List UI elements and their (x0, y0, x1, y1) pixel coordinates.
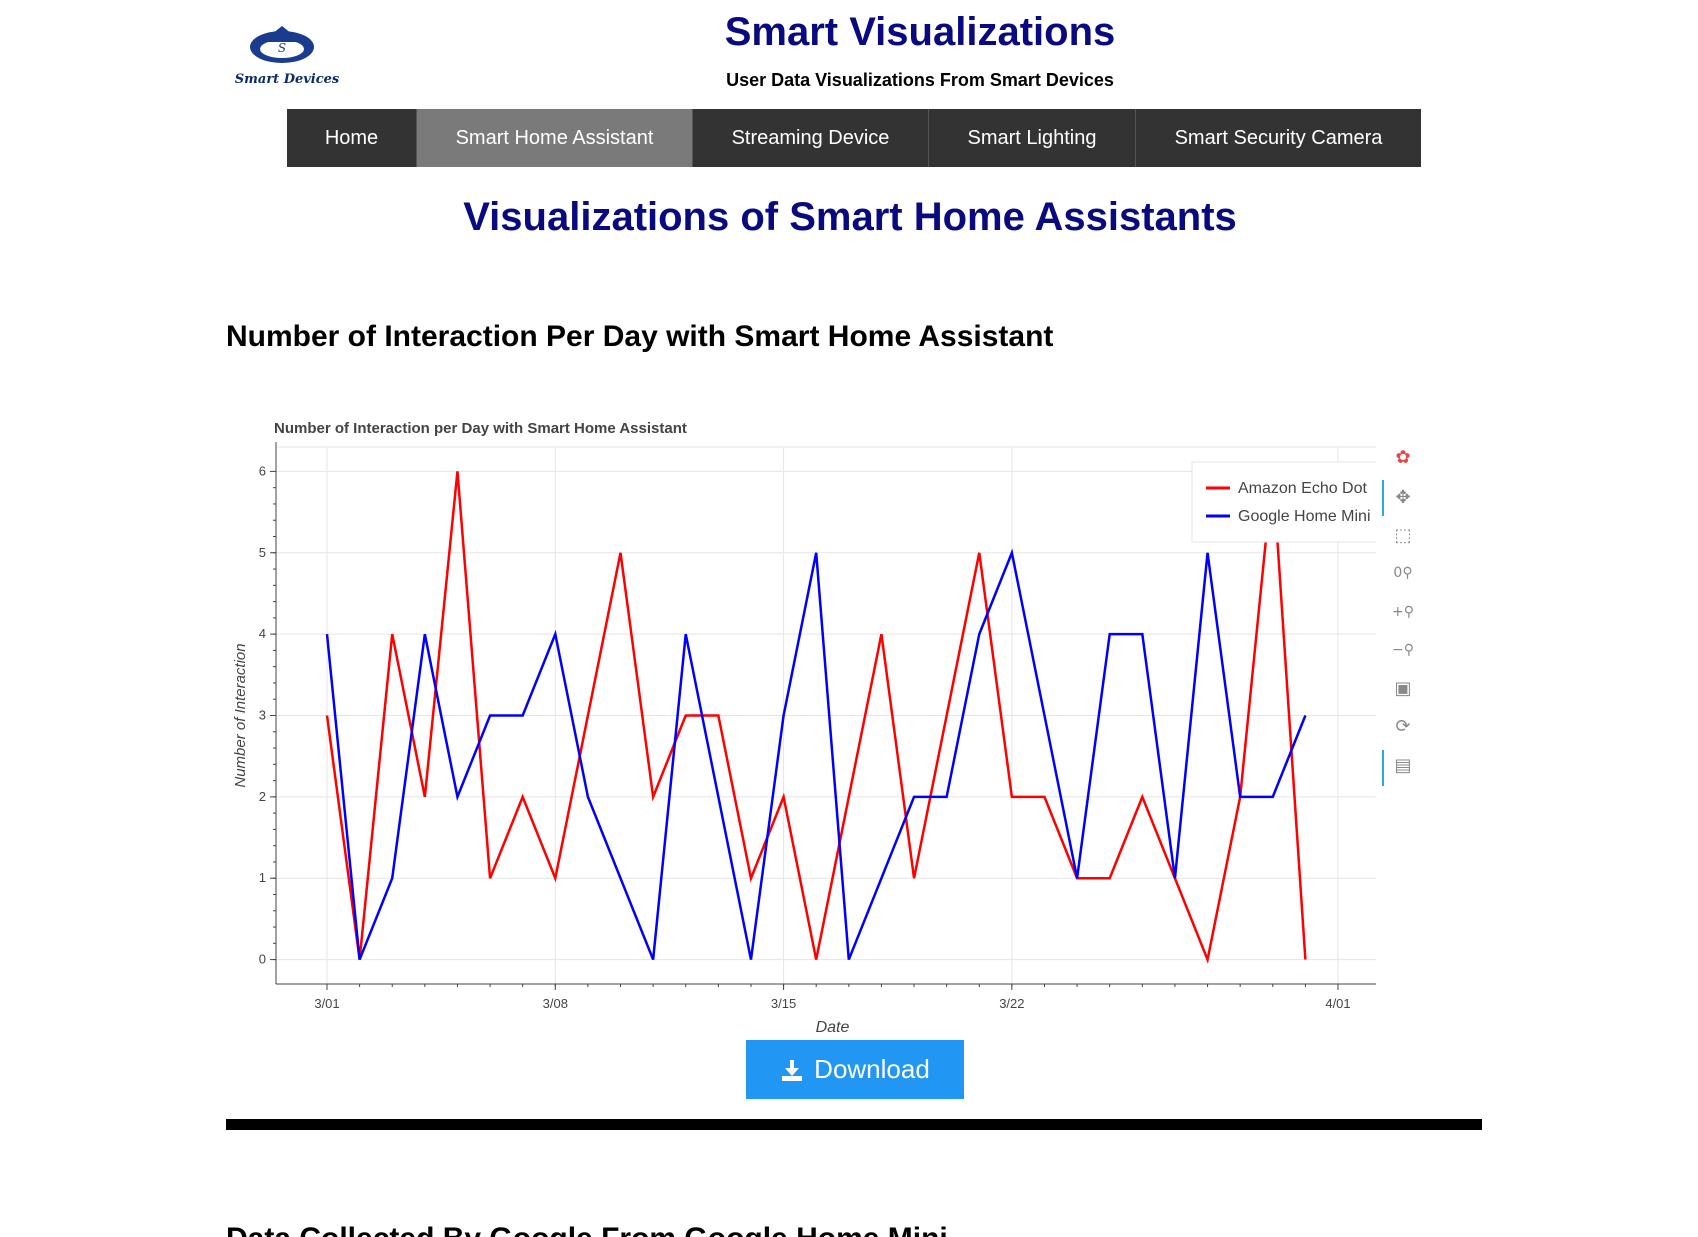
bokeh-logo-icon[interactable]: ✿ (1390, 444, 1416, 470)
y-tick-label: 1 (259, 870, 266, 885)
pan-icon[interactable]: ✥ (1390, 484, 1416, 510)
legend-box (1191, 461, 1376, 543)
y-tick-label: 0 (259, 952, 266, 967)
site-title: Smart Visualizations (724, 10, 1116, 54)
logo-text: Smart Devices (234, 72, 340, 87)
x-tick-label: 3/08 (543, 996, 568, 1011)
site-logo[interactable]: S Smart Devices (232, 22, 342, 92)
zoom-in-icon[interactable]: +⚲ (1390, 599, 1416, 625)
series-line-google-home-mini (325, 548, 1307, 961)
site-subtitle: User Data Visualizations From Smart Devi… (726, 70, 1114, 90)
main-nav: Home Smart Home Assistant Streaming Devi… (287, 109, 1421, 167)
y-tick-label: 6 (259, 463, 266, 478)
chart-toolbar: ✿ ✥ ⬚ 0⚲ +⚲ −⚲ ▣ ⟳ ▤ (1382, 444, 1422, 786)
legend-label: Google Home Mini (1238, 508, 1371, 525)
nav-item-streaming-device[interactable]: Streaming Device (693, 109, 929, 167)
active-tool-indicator-2 (1382, 750, 1384, 786)
section-divider (226, 1119, 1482, 1130)
line-chart[interactable]: 0 1 2 3 4 5 6 3/01 3/08 3/15 3/22 4/01 Date Number of… (226, 412, 1376, 1052)
section-heading-google-data: Data Collected By Google From Google Hom… (226, 1222, 948, 1237)
x-tick-label: 4/01 (1325, 996, 1350, 1011)
x-tick-label: 3/01 (314, 996, 339, 1011)
section-heading-interactions: Number of Interaction Per Day with Smart… (226, 320, 1054, 353)
house-logo-icon: S (250, 26, 314, 63)
y-tick-label: 2 (259, 789, 266, 804)
nav-item-smart-lighting[interactable]: Smart Lighting (929, 109, 1136, 167)
active-tool-indicator (1382, 480, 1384, 516)
zoom-out-icon[interactable]: −⚲ (1390, 637, 1416, 663)
x-axis-label: Date (816, 1019, 850, 1036)
download-icon (782, 1059, 803, 1081)
nav-item-smart-security-camera[interactable]: Smart Security Camera (1136, 109, 1421, 167)
legend-label: Amazon Echo Dot (1238, 480, 1368, 497)
svg-text:S: S (278, 41, 286, 55)
hover-icon[interactable]: ▤ (1390, 752, 1416, 778)
save-icon[interactable]: ▣ (1390, 675, 1416, 701)
y-tick-label: 3 (259, 708, 266, 723)
nav-item-home[interactable]: Home (287, 109, 417, 167)
interaction-chart[interactable]: Number of Interaction per Day with Smart… (226, 412, 1426, 1052)
box-zoom-icon[interactable]: ⬚ (1390, 522, 1416, 548)
site-header: S Smart Devices Smart Visualizations Use… (0, 0, 1698, 100)
reset-icon[interactable]: ⟳ (1390, 713, 1416, 739)
page-heading: Visualizations of Smart Home Assistants (463, 195, 1237, 239)
x-tick-label: 3/22 (999, 996, 1024, 1011)
wheel-zoom-icon[interactable]: 0⚲ (1390, 560, 1416, 586)
y-tick-label: 5 (259, 545, 266, 560)
download-button[interactable]: Download (746, 1040, 964, 1099)
x-tick-label: 3/15 (771, 996, 796, 1011)
y-axis-label: Number of Interaction (232, 643, 249, 787)
nav-item-smart-home-assistant[interactable]: Smart Home Assistant (417, 109, 693, 167)
y-tick-label: 4 (259, 626, 266, 641)
download-label: Download (814, 1054, 930, 1084)
